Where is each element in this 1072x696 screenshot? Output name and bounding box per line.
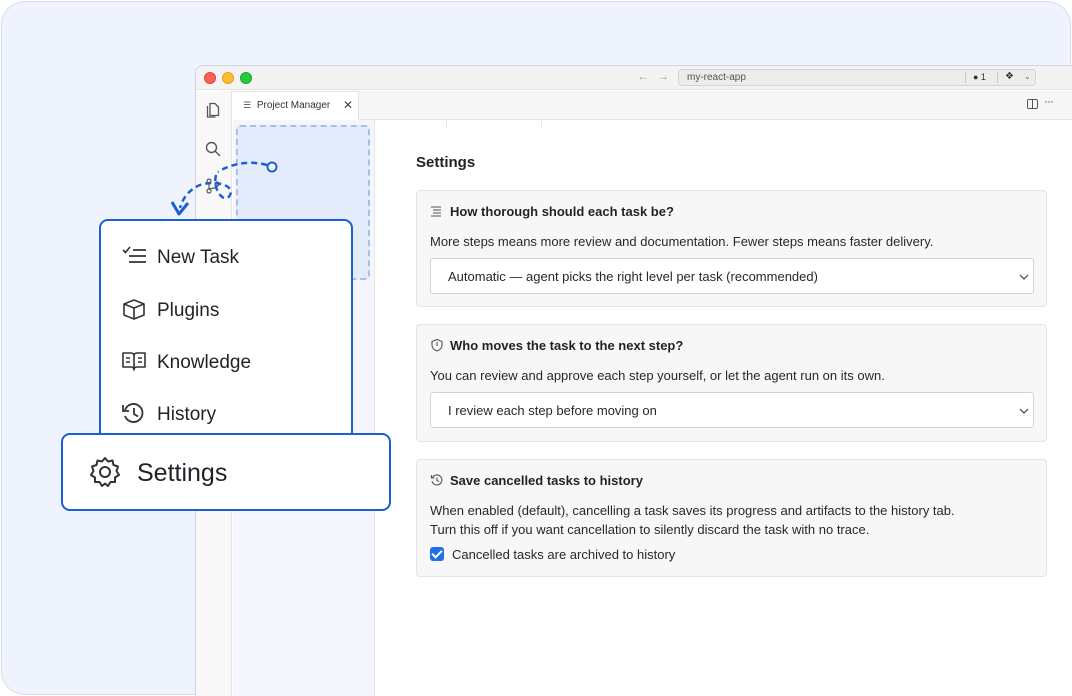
menu-item-new-task[interactable]: New Task: [121, 245, 239, 269]
heading-text: How thorough should each task be?: [450, 204, 674, 219]
thoroughness-card: How thorough should each task be? More s…: [416, 190, 1047, 307]
menu-item-label: History: [157, 404, 217, 425]
approval-card: Who moves the task to the next step? You…: [416, 324, 1047, 442]
heading-text: Who moves the task to the next step?: [450, 338, 684, 353]
settings-panel: Settings How thorough should each task b…: [376, 120, 1072, 696]
card-heading: Who moves the task to the next step?: [430, 338, 683, 353]
checklist-icon: [122, 246, 146, 263]
command-center[interactable]: my-react-app ● 1 ❖ ⌄: [678, 69, 1036, 86]
menu-item-label: Settings: [137, 459, 228, 487]
tab-project-manager[interactable]: ☰ Project Manager ✕: [233, 91, 359, 120]
card-description: You can review and approve each step you…: [430, 368, 885, 383]
divider: [965, 72, 966, 83]
close-icon[interactable]: ✕: [343, 98, 353, 112]
tab-label: Project Manager: [256, 100, 331, 111]
address-text: my-react-app: [687, 72, 746, 83]
notification-badge[interactable]: ● 1: [973, 72, 986, 82]
chevron-down-icon: [1019, 408, 1029, 414]
chevron-down-icon: [1019, 274, 1029, 280]
menu-item-label: Plugins: [157, 300, 220, 321]
archive-checkbox[interactable]: [430, 547, 444, 561]
menu-item-history[interactable]: History: [121, 402, 216, 426]
checkbox-label: Cancelled tasks are archived to history: [452, 547, 676, 562]
list-icon: ☰: [243, 100, 252, 110]
files-icon[interactable]: [204, 101, 222, 119]
back-arrow-icon[interactable]: ←: [637, 69, 649, 83]
card-heading: Save cancelled tasks to history: [430, 473, 643, 488]
thoroughness-select[interactable]: Automatic — agent picks the right level …: [430, 258, 1034, 294]
forward-arrow-icon[interactable]: →: [657, 69, 669, 83]
list-icon: [431, 206, 441, 217]
menu-item-knowledge[interactable]: Knowledge: [121, 350, 251, 374]
select-value: Automatic — agent picks the right level …: [448, 269, 818, 284]
archive-checkbox-row[interactable]: Cancelled tasks are archived to history: [430, 547, 675, 562]
enlarged-menu: New Task Plugins Knowledge History: [99, 219, 353, 459]
approval-select[interactable]: I review each step before moving on: [430, 392, 1034, 428]
description-line: When enabled (default), cancelling a tas…: [430, 503, 955, 518]
menu-item-label: New Task: [157, 247, 240, 268]
history-icon: [430, 474, 443, 486]
minimize-window-button[interactable]: [222, 72, 234, 84]
menu-item-label: Knowledge: [157, 352, 252, 373]
maximize-window-button[interactable]: [240, 72, 252, 84]
gear-icon: [90, 457, 120, 487]
book-icon: [122, 352, 146, 371]
select-value: I review each step before moving on: [448, 403, 657, 418]
card-heading: How thorough should each task be?: [430, 204, 674, 219]
split-editor-icon[interactable]: [1027, 99, 1038, 109]
close-window-button[interactable]: [204, 72, 216, 84]
card-description: When enabled (default), cancelling a tas…: [430, 501, 955, 539]
shield-icon: [431, 338, 443, 352]
title-bar: ← → my-react-app ● 1 ❖ ⌄: [196, 66, 1072, 90]
drag-arrow-icon: [170, 161, 278, 216]
card-description: More steps means more review and documen…: [430, 234, 934, 249]
more-actions-icon[interactable]: ···: [1044, 94, 1054, 108]
divider: [997, 72, 998, 83]
history-icon: [122, 403, 144, 423]
heading-text: Save cancelled tasks to history: [450, 473, 643, 488]
cube-icon: [123, 299, 145, 320]
chevron-down-icon[interactable]: ⌄: [1024, 72, 1031, 81]
copilot-icon[interactable]: ❖: [1005, 71, 1014, 82]
description-line: Turn this off if you want cancellation t…: [430, 522, 870, 537]
history-card: Save cancelled tasks to history When ena…: [416, 459, 1047, 577]
tab-bar: ☰ Project Manager ✕ ···: [233, 91, 1072, 120]
menu-item-settings-highlight[interactable]: Settings: [61, 433, 391, 511]
menu-item-plugins[interactable]: Plugins: [121, 298, 219, 322]
page-title: Settings: [416, 154, 476, 171]
